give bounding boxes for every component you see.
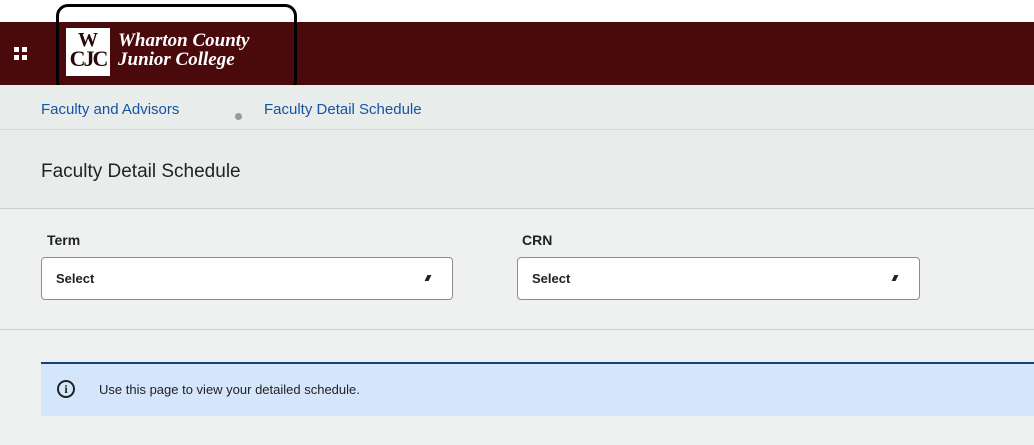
grid-menu-dot bbox=[14, 47, 19, 52]
breadcrumb-faculty-and-advisors[interactable]: Faculty and Advisors bbox=[41, 101, 179, 118]
grid-menu-dot bbox=[14, 55, 19, 60]
term-label: Term bbox=[47, 232, 81, 248]
dropdown-arrow-icon bbox=[891, 275, 899, 281]
logo-highlight-frame bbox=[56, 4, 297, 93]
info-message: Use this page to view your detailed sche… bbox=[99, 382, 360, 397]
crn-select-value: Select bbox=[532, 271, 571, 286]
crn-select[interactable]: Select bbox=[517, 257, 920, 300]
info-banner: i Use this page to view your detailed sc… bbox=[41, 362, 1034, 416]
grid-menu-dot bbox=[22, 47, 27, 52]
term-select-value: Select bbox=[56, 271, 95, 286]
info-icon: i bbox=[57, 380, 75, 398]
crn-label: CRN bbox=[522, 232, 553, 248]
term-select[interactable]: Select bbox=[41, 257, 453, 300]
dropdown-arrow-icon bbox=[424, 275, 432, 281]
breadcrumb-faculty-detail-schedule[interactable]: Faculty Detail Schedule bbox=[264, 101, 422, 118]
page-title: Faculty Detail Schedule bbox=[41, 161, 241, 182]
breadcrumb-separator bbox=[235, 113, 242, 120]
grid-menu-icon[interactable] bbox=[14, 47, 27, 60]
grid-menu-dot bbox=[22, 55, 27, 60]
